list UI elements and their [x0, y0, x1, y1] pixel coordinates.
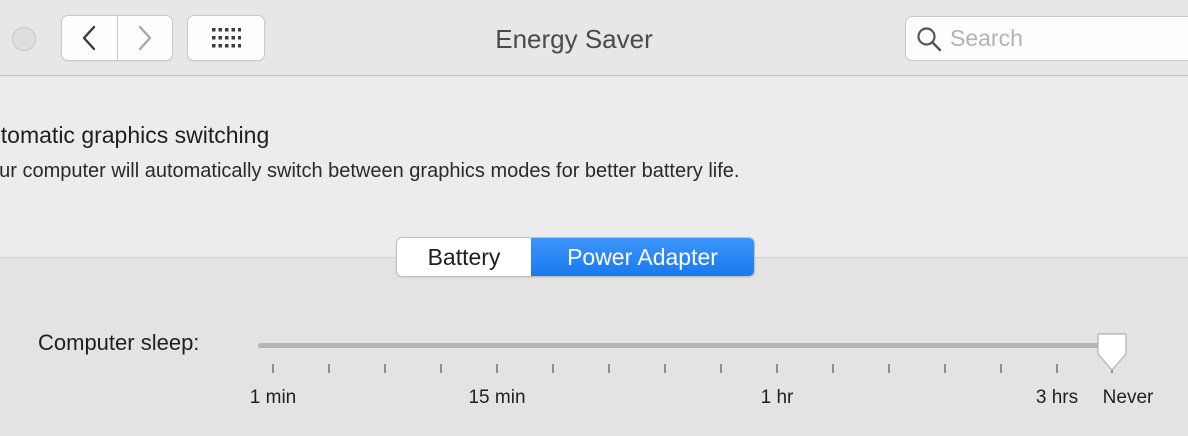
slider-tick: [1056, 364, 1058, 373]
tick-label-3-hrs: 3 hrs: [1035, 387, 1079, 408]
tab-battery[interactable]: Battery: [397, 238, 531, 276]
energy-saver-window: Energy Saver utomatic graphics switching…: [0, 0, 1188, 436]
computer-sleep-slider-track[interactable]: [258, 343, 1116, 348]
slider-tick: [832, 364, 834, 373]
computer-sleep-label: Computer sleep:: [38, 330, 200, 355]
show-all-button[interactable]: [187, 15, 265, 61]
slider-tick: [384, 364, 386, 373]
slider-tick: [328, 364, 330, 373]
slider-tick: [1000, 364, 1002, 373]
tick-label-1-hr: 1 hr: [760, 387, 794, 408]
slider-tick: [776, 364, 778, 373]
search-icon: [917, 26, 942, 51]
back-button[interactable]: [62, 16, 117, 60]
graphics-switching-description: our computer will automatically switch b…: [0, 160, 740, 182]
search-field[interactable]: [905, 16, 1188, 61]
slider-tick: [944, 364, 946, 373]
slider-tick: [552, 364, 554, 373]
navigation-buttons: [61, 15, 173, 61]
slider-tick: [496, 364, 498, 373]
tick-label-1-min: 1 min: [249, 387, 297, 408]
power-source-tabs: Battery Power Adapter: [396, 237, 755, 277]
computer-sleep-slider-thumb[interactable]: [1096, 332, 1128, 372]
slider-tick: [440, 364, 442, 373]
tick-label-15-min: 15 min: [468, 387, 526, 408]
show-all-grid-icon: [212, 28, 241, 48]
forward-button[interactable]: [116, 16, 173, 60]
tick-label-never: Never: [1102, 387, 1154, 408]
graphics-section: utomatic graphics switching our computer…: [0, 77, 1188, 257]
tab-power-adapter[interactable]: Power Adapter: [531, 238, 754, 276]
slider-tick: [888, 364, 890, 373]
chevron-left-icon: [83, 25, 96, 51]
graphics-switching-checkbox-label[interactable]: utomatic graphics switching: [0, 122, 269, 149]
chevron-right-icon: [138, 25, 151, 51]
search-input[interactable]: [950, 25, 1180, 52]
slider-tick: [664, 364, 666, 373]
slider-tick: [720, 364, 722, 373]
slider-tick: [608, 364, 610, 373]
close-window-button[interactable]: [12, 27, 36, 51]
slider-tick: [272, 364, 274, 373]
toolbar: Energy Saver: [0, 0, 1188, 76]
